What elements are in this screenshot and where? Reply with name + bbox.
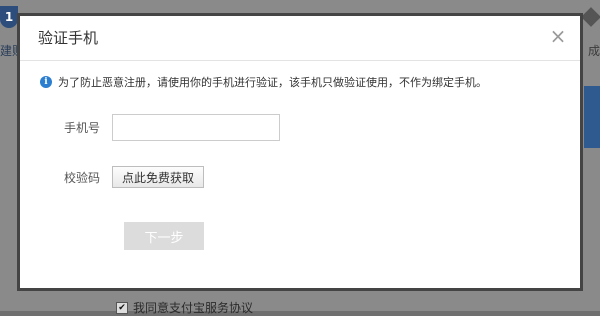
step-diamond-icon [581,7,600,27]
get-code-button[interactable]: 点此免费获取 [112,166,205,188]
phone-input[interactable] [112,114,280,141]
close-icon[interactable]: × [548,25,568,47]
dialog-title: 验证手机 [38,29,99,47]
code-row: 校验码 点此免费获取 [20,166,205,188]
agree-checkbox[interactable]: ✔ [116,301,128,314]
step-right-label: 成 [587,44,600,58]
next-button[interactable]: 下一步 [124,222,204,250]
notice-text: 为了防止恶意注册，请使用你的手机进行验证，该手机只做验证使用，不作为绑定手机。 [58,76,487,89]
info-icon: i [40,76,52,88]
dialog-header: 验证手机 × [20,16,580,61]
agreement-row: ✔ 我同意支付宝服务协议 [116,299,253,316]
notice: i 为了防止恶意注册，请使用你的手机进行验证，该手机只做验证使用，不作为绑定手机… [40,74,487,90]
background-blue-bar [584,86,600,148]
verify-phone-dialog: 验证手机 × i 为了防止恶意注册，请使用你的手机进行验证，该手机只做验证使用，… [17,13,583,291]
phone-label: 手机号 [63,121,100,135]
step-1-indicator: 1 [0,6,18,28]
agree-text[interactable]: 我同意支付宝服务协议 [133,299,253,316]
phone-row: 手机号 [20,114,280,141]
code-label: 校验码 [63,170,100,185]
